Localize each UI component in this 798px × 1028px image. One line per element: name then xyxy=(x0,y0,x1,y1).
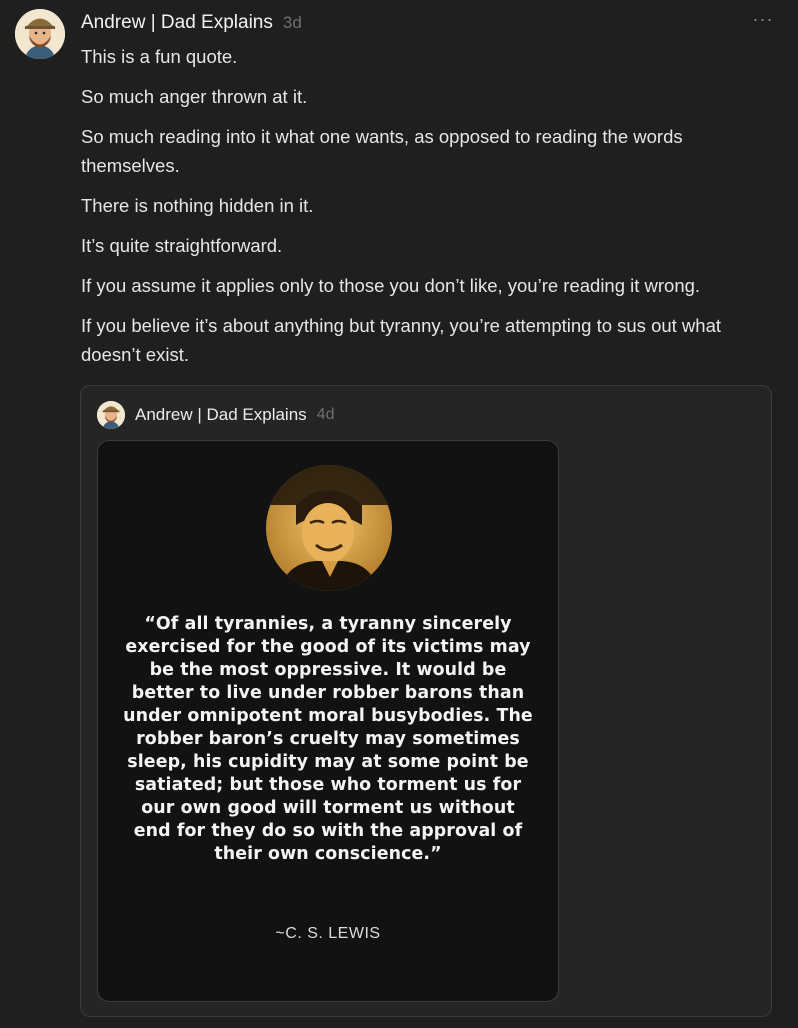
more-options-icon[interactable]: ··· xyxy=(752,10,774,32)
quote-attribution: ~C. S. LEWIS xyxy=(275,925,381,942)
quoted-timestamp: 4d xyxy=(316,406,335,423)
quote-image[interactable]: “Of all tyrannies, a tyranny sincerely e… xyxy=(97,440,559,1002)
quote-text: “Of all tyrannies, a tyranny sincerely e… xyxy=(123,614,533,864)
author-name[interactable]: Andrew | Dad Explains xyxy=(81,12,273,34)
post-paragraph: There is nothing hidden in it. xyxy=(81,195,314,216)
post-body: This is a fun quote. So much anger throw… xyxy=(81,42,771,380)
post-paragraph: It’s quite straightforward. xyxy=(81,235,283,256)
post-timestamp[interactable]: 3d xyxy=(283,13,302,33)
post-paragraph: This is a fun quote. xyxy=(81,46,238,67)
post-paragraph: So much anger thrown at it. xyxy=(81,86,308,107)
post-paragraph: So much reading into it what one wants, … xyxy=(81,126,683,176)
post-header: Andrew | Dad Explains 3d xyxy=(81,12,302,38)
avatar-icon[interactable] xyxy=(15,9,65,59)
quoted-post-header: Andrew | Dad Explains 4d xyxy=(97,401,335,429)
post-paragraph: If you believe it’s about anything but t… xyxy=(81,315,722,365)
quoted-author-name[interactable]: Andrew | Dad Explains xyxy=(135,405,307,425)
quoted-avatar-icon[interactable] xyxy=(97,401,125,429)
post-paragraph: If you assume it applies only to those y… xyxy=(81,275,701,296)
portrait-image xyxy=(266,465,392,591)
quoted-post-card[interactable]: Andrew | Dad Explains 4d “Of all tyranni… xyxy=(80,385,772,1017)
post: Andrew | Dad Explains 3d ··· This is a f… xyxy=(0,0,798,1028)
